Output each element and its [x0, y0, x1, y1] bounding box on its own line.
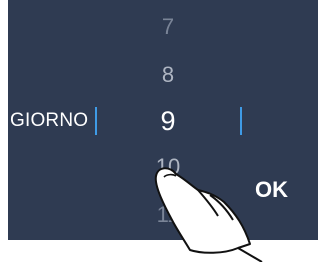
date-picker-panel: GIORNO 7 8 9 10 11 OK: [8, 0, 318, 240]
day-option-7[interactable]: 7: [148, 14, 188, 40]
day-option-8[interactable]: 8: [148, 62, 188, 88]
selection-marker-left: [95, 107, 97, 135]
day-option-selected[interactable]: 9: [148, 106, 188, 137]
day-option-11[interactable]: 11: [148, 202, 188, 228]
ok-button[interactable]: OK: [255, 177, 288, 203]
day-label: GIORNO: [10, 110, 89, 131]
device-screen: GIORNO 7 8 9 10 11 OK: [0, 0, 326, 262]
selection-marker-right: [240, 107, 242, 135]
day-option-10[interactable]: 10: [148, 154, 188, 180]
